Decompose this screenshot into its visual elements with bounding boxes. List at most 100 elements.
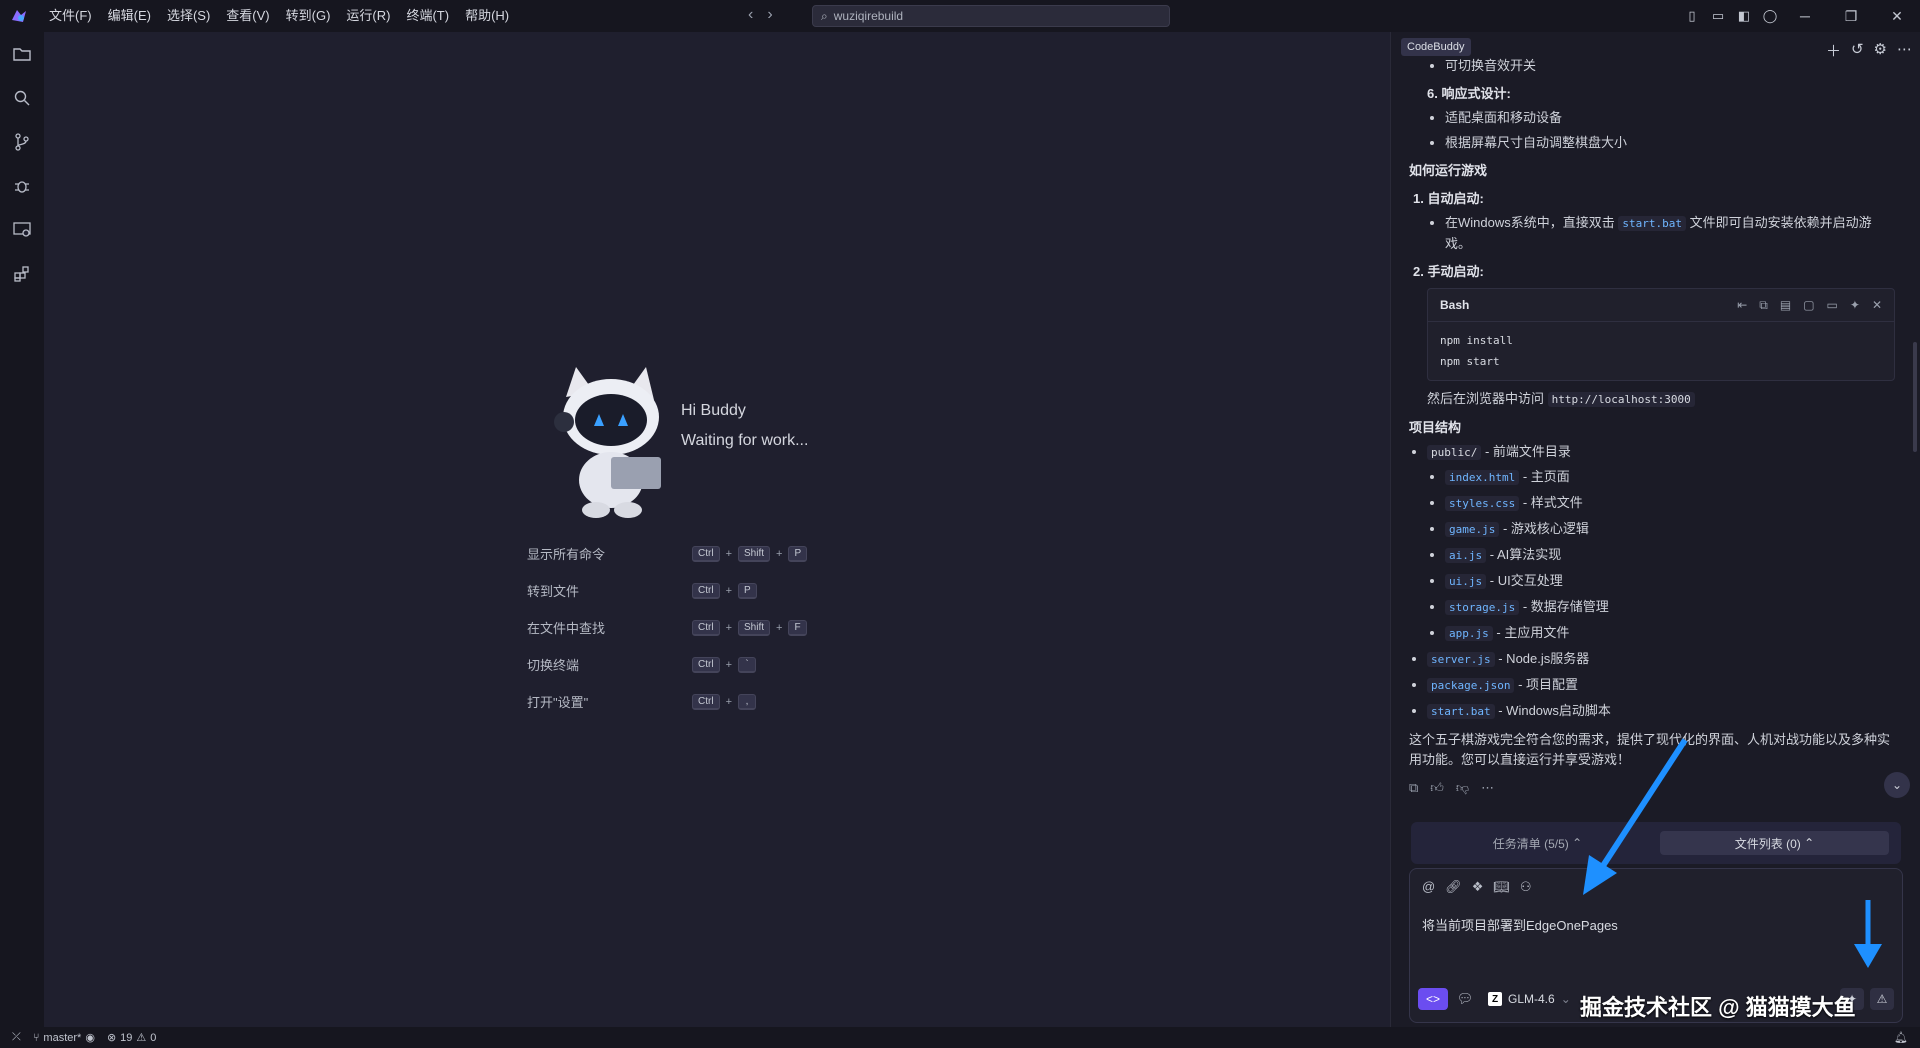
scrollbar[interactable] (1913, 342, 1917, 452)
back-arrow-icon[interactable]: ‹ (748, 6, 753, 24)
notifications-icon[interactable]: 🔔︎ (1894, 1031, 1908, 1044)
link-icon[interactable]: 🔗︎ (1445, 879, 1462, 895)
list-item: ai.js - AI算法实现 (1445, 545, 1894, 566)
toggle-sidebar-icon[interactable]: ▯ (1680, 8, 1704, 24)
robot-cat-mascot-icon (554, 367, 661, 518)
shortcut-row[interactable]: 显示所有命令 Ctrl + Shift + P (527, 535, 808, 572)
list-item: storage.js - 数据存储管理 (1445, 597, 1894, 618)
insert-icon[interactable]: ⇤ (1737, 295, 1747, 315)
shortcut-label: 转到文件 (527, 584, 580, 599)
inline-code[interactable]: package.json (1427, 678, 1515, 693)
inline-code[interactable]: public/ (1427, 445, 1482, 460)
apply-icon[interactable]: ▤ (1780, 295, 1791, 315)
collapse-icon[interactable]: ✕ (1872, 295, 1882, 315)
new-file-icon[interactable]: ▢ (1803, 295, 1814, 315)
menu-help[interactable]: 帮助(H) (457, 0, 517, 32)
source-control-icon[interactable] (0, 120, 44, 164)
forward-arrow-icon[interactable]: › (767, 6, 772, 24)
figma-icon[interactable]: ❖ (1472, 879, 1484, 895)
shortcut-row[interactable]: 打开"设置" Ctrl + , (527, 683, 807, 720)
menu-file[interactable]: 文件(F) (41, 0, 100, 32)
account-icon[interactable]: ◯ (1758, 8, 1782, 24)
terminal-icon[interactable]: ▭ (1827, 295, 1838, 315)
inline-code[interactable]: ai.js (1445, 548, 1487, 563)
remote-icon[interactable]: ⤫ (12, 1031, 21, 1044)
branch-indicator[interactable]: ⑂ master* ◉ (33, 1031, 95, 1045)
zhipu-logo-icon: Z (1488, 992, 1502, 1006)
scroll-to-bottom-icon[interactable]: ⌄ (1884, 772, 1910, 798)
more-icon[interactable]: ⋯ (1897, 40, 1912, 61)
search-view-icon[interactable] (0, 76, 44, 120)
list-item: public/ - 前端文件目录 index.html - 主页面 styles… (1427, 442, 1894, 644)
remote-explorer-icon[interactable] (0, 208, 44, 252)
list-item: styles.css - 样式文件 (1445, 493, 1894, 514)
inline-code[interactable]: start.bat (1427, 704, 1495, 719)
inline-code-url[interactable]: http://localhost:3000 (1547, 392, 1695, 407)
menu-view[interactable]: 查看(V) (218, 0, 277, 32)
tab-label: 文件列表 (0) (1734, 836, 1801, 851)
text: 在Windows系统中，直接双击 (1445, 215, 1615, 230)
inline-code[interactable]: styles.css (1445, 496, 1520, 511)
code-mode-button[interactable]: <> (1418, 988, 1448, 1010)
shortcut-row[interactable]: 转到文件 Ctrl + P (527, 572, 807, 609)
thumbs-up-icon[interactable]: 👍︎ (1430, 778, 1444, 798)
extensions-icon[interactable] (0, 252, 44, 296)
section-heading: 项目结构 (1409, 420, 1462, 435)
warning-icon: ⚠ (136, 1032, 147, 1044)
restore-icon[interactable]: ❐ (1828, 8, 1874, 25)
menu-bar: 文件(F) 编辑(E) 选择(S) 查看(V) 转到(G) 运行(R) 终端(T… (41, 0, 517, 32)
copy-icon[interactable]: ⧉ (1759, 295, 1768, 315)
toggle-secondary-sidebar-icon[interactable]: ◧ (1732, 8, 1756, 24)
menu-goto[interactable]: 转到(G) (278, 0, 339, 32)
text: - AI算法实现 (1489, 547, 1562, 562)
knowledge-book-icon[interactable]: 📖︎ (1493, 879, 1510, 895)
explorer-icon[interactable] (0, 32, 44, 76)
shortcut-row[interactable]: 在文件中查找 Ctrl + Shift + F (527, 609, 807, 646)
inline-code[interactable]: start.bat (1618, 216, 1686, 231)
problems-indicator[interactable]: ⊗ 19 ⚠ 0 (107, 1031, 156, 1045)
chat-mode-icon[interactable]: 💬︎ (1452, 988, 1478, 1010)
list-item: 适配桌面和移动设备 (1445, 108, 1894, 128)
inline-code[interactable]: game.js (1445, 522, 1500, 537)
code-line: npm install (1440, 334, 1513, 347)
inline-code[interactable]: app.js (1445, 626, 1493, 641)
menu-edit[interactable]: 编辑(E) (100, 0, 159, 32)
key: P (738, 582, 757, 599)
sparkle-icon[interactable]: ✦ (1850, 295, 1860, 315)
minimize-icon[interactable]: ─ (1782, 8, 1828, 24)
shortcut-label: 切换终端 (527, 658, 580, 673)
copy-icon[interactable]: ⧉ (1409, 778, 1418, 798)
menu-terminal[interactable]: 终端(T) (398, 0, 457, 32)
send-icon[interactable]: ⚠ (1870, 988, 1894, 1010)
code-lang: Bash (1440, 298, 1470, 312)
key: Ctrl (692, 656, 720, 673)
debug-icon[interactable] (0, 164, 44, 208)
close-icon[interactable]: ✕ (1874, 8, 1920, 25)
text: - 数据存储管理 (1522, 599, 1609, 614)
thumbs-down-icon[interactable]: 👎︎ (1456, 778, 1469, 798)
key: Shift (738, 545, 771, 562)
key: , (738, 693, 756, 710)
inline-code[interactable]: storage.js (1445, 600, 1520, 615)
panel-title: CodeBuddy (1401, 38, 1471, 56)
list-item: start.bat - Windows启动脚本 (1427, 701, 1894, 722)
command-search-input[interactable]: ⌕ wuziqirebuild (812, 5, 1170, 27)
annotation-arrow-icon (1854, 900, 1882, 968)
menu-run[interactable]: 运行(R) (338, 0, 398, 32)
status-bar: ⤫ ⑂ master* ◉ ⊗ 19 ⚠ 0 🔔︎ (0, 1027, 1920, 1048)
chat-input-field[interactable]: 将当前项目部署到EdgeOnePages (1422, 915, 1618, 934)
shortcut-row[interactable]: 切换终端 Ctrl + ` (527, 646, 807, 683)
inline-code[interactable]: index.html (1445, 470, 1520, 485)
mention-icon[interactable]: @ (1422, 879, 1435, 895)
model-selector[interactable]: Z GLM-4.6 ⌄ (1488, 992, 1571, 1006)
chat-message: 可切换音效开关 6. 响应式设计: 适配桌面和移动设备 根据屏幕尺寸自动调整棋盘… (1409, 58, 1895, 798)
text: - UI交互处理 (1489, 573, 1563, 588)
list-item: index.html - 主页面 (1445, 467, 1894, 488)
inline-code[interactable]: ui.js (1445, 574, 1487, 589)
annotation-arrow-icon (1583, 738, 1688, 895)
menu-selection[interactable]: 选择(S) (159, 0, 218, 32)
toggle-panel-icon[interactable]: ▭ (1706, 8, 1730, 24)
mcp-icon[interactable]: ⚇ (1520, 879, 1532, 895)
more-icon[interactable]: ⋯ (1481, 778, 1494, 798)
inline-code[interactable]: server.js (1427, 652, 1495, 667)
